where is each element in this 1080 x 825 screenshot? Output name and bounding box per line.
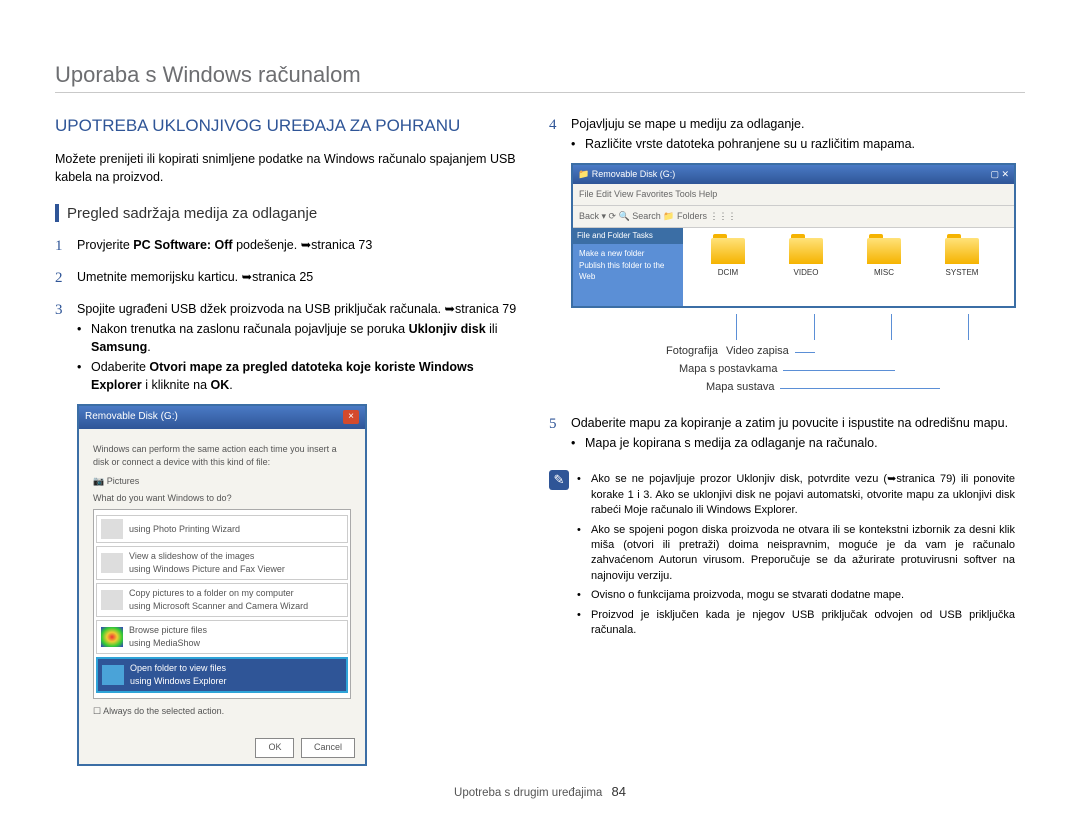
subheading: Pregled sadržaja medija za odlaganje bbox=[55, 203, 521, 225]
folder-open-icon bbox=[102, 665, 124, 685]
note-box: ✎ •Ako se ne pojavljuje prozor Uklonjiv … bbox=[549, 470, 1015, 642]
step-1: 1 Provjerite PC Software: Off podešenje.… bbox=[55, 236, 521, 258]
dialog-text: Windows can perform the same action each… bbox=[93, 443, 351, 469]
divider bbox=[55, 92, 1025, 93]
step-bullet: • Nakon trenutka na zaslonu računala poj… bbox=[77, 320, 521, 356]
step-text: Odaberite mapu za kopiranje a zatim ju p… bbox=[571, 414, 1015, 432]
page-number: 84 bbox=[612, 784, 626, 799]
bullet-text: Nakon trenutka na zaslonu računala pojav… bbox=[91, 322, 409, 336]
explorer-window: 📁 Removable Disk (G:) ▢ ✕ File Edit View… bbox=[571, 163, 1016, 308]
folder-dcim[interactable]: DCIM bbox=[703, 238, 753, 306]
bullet-text: Različite vrste datoteka pohranjene su u… bbox=[585, 135, 915, 153]
folder-icon bbox=[867, 238, 901, 264]
step-bullet: •Različite vrste datoteka pohranjene su … bbox=[571, 135, 1015, 153]
dialog-title: Removable Disk (G:) bbox=[85, 410, 178, 425]
always-checkbox-label[interactable]: Always do the selected action. bbox=[103, 706, 224, 716]
explorer-content: DCIM VIDEO MISC SYSTEM bbox=[683, 228, 1014, 306]
step-text: Umetnite memorijsku karticu. ➥stranica 2… bbox=[77, 268, 521, 290]
folder-icon bbox=[711, 238, 745, 264]
step-text: Pojavljuju se mape u mediju za odlaganje… bbox=[571, 115, 1015, 133]
dialog-option-selected[interactable]: Open folder to view filesusing Windows E… bbox=[96, 657, 348, 693]
intro-text: Možete prenijeti ili kopirati snimljene … bbox=[55, 150, 521, 186]
accent-bar bbox=[55, 204, 59, 222]
bullet-bold: OK bbox=[211, 378, 230, 392]
sidebar-header: File and Folder Tasks bbox=[573, 228, 683, 244]
step-number: 1 bbox=[55, 236, 77, 258]
explorer-toolbar[interactable]: Back ▾ ⟳ 🔍 Search 📁 Folders ⋮⋮⋮ bbox=[573, 206, 1014, 228]
step-bullet: •Mapa je kopirana s medija za odlaganje … bbox=[571, 434, 1015, 452]
step-text: podešenje. ➥stranica 73 bbox=[233, 238, 373, 252]
dialog-option[interactable]: using Photo Printing Wizard bbox=[96, 515, 348, 543]
copy-icon bbox=[101, 590, 123, 610]
step-3: 3 Spojite ugrađeni USB džek proizvoda na… bbox=[55, 300, 521, 395]
step-5: 5 Odaberite mapu za kopiranje a zatim ju… bbox=[549, 414, 1015, 452]
bullet-text: ili bbox=[486, 322, 498, 336]
sidebar-link[interactable]: Publish this folder to the Web bbox=[579, 260, 677, 283]
dialog-option[interactable]: View a slideshow of the imagesusing Wind… bbox=[96, 546, 348, 580]
callout-photo: Fotografija bbox=[666, 344, 718, 360]
folder-callouts: Fotografija Video zapisa Mapa s postavka… bbox=[571, 314, 1015, 396]
left-column: UPOTREBA UKLONJIVOG UREĐAJA ZA POHRANU M… bbox=[55, 115, 521, 766]
step-number: 3 bbox=[55, 300, 77, 395]
note-icon: ✎ bbox=[549, 470, 569, 490]
folder-icon bbox=[789, 238, 823, 264]
close-icon[interactable]: × bbox=[343, 410, 359, 424]
right-column: 4 Pojavljuju se mape u mediju za odlagan… bbox=[549, 115, 1015, 766]
bullet-text: Mapa je kopirana s medija za odlaganje n… bbox=[585, 434, 878, 452]
cancel-button[interactable]: Cancel bbox=[301, 738, 355, 757]
dialog-pictures: Pictures bbox=[107, 476, 140, 486]
step-text: Spojite ugrađeni USB džek proizvoda na U… bbox=[77, 300, 521, 318]
mediashow-icon bbox=[101, 627, 123, 647]
step-text: Provjerite bbox=[77, 238, 133, 252]
explorer-title: Removable Disk (G:) bbox=[592, 169, 676, 179]
note-item: Ako se spojeni pogon diska proizvoda ne … bbox=[591, 523, 1015, 585]
bullet-text: Odaberite bbox=[91, 360, 149, 374]
sidebar-link[interactable]: Make a new folder bbox=[579, 248, 677, 260]
step-4: 4 Pojavljuju se mape u mediju za odlagan… bbox=[549, 115, 1015, 153]
step-bold: PC Software: Off bbox=[133, 238, 232, 252]
bullet-bold: Samsung bbox=[91, 340, 147, 354]
footer-section: Upotreba s drugim uređajima bbox=[454, 787, 602, 799]
callout-system: Mapa sustava bbox=[706, 380, 774, 396]
folder-video[interactable]: VIDEO bbox=[781, 238, 831, 306]
slideshow-icon bbox=[101, 553, 123, 573]
explorer-sidebar: File and Folder Tasks Make a new folder … bbox=[573, 228, 683, 306]
folder-system[interactable]: SYSTEM bbox=[937, 238, 987, 306]
bullet-text: . bbox=[147, 340, 150, 354]
section-heading: UPOTREBA UKLONJIVOG UREĐAJA ZA POHRANU bbox=[55, 115, 521, 136]
page-footer: Upotreba s drugim uređajima 84 bbox=[0, 784, 1080, 799]
bullet-text: i kliknite na bbox=[142, 378, 211, 392]
dialog-option[interactable]: Copy pictures to a folder on my computer… bbox=[96, 583, 348, 617]
dialog-option[interactable]: Browse picture filesusing MediaShow bbox=[96, 620, 348, 654]
folder-misc[interactable]: MISC bbox=[859, 238, 909, 306]
note-item: Ako se ne pojavljuje prozor Uklonjiv dis… bbox=[591, 472, 1015, 518]
ok-button[interactable]: OK bbox=[255, 738, 294, 757]
page-title: Uporaba s Windows računalom bbox=[55, 62, 1025, 88]
bullet-bold: Uklonjiv disk bbox=[409, 322, 486, 336]
subheading-text: Pregled sadržaja medija za odlaganje bbox=[67, 203, 317, 225]
callout-video: Video zapisa bbox=[726, 344, 789, 360]
bullet-text: . bbox=[229, 378, 232, 392]
step-number: 2 bbox=[55, 268, 77, 290]
folder-icon bbox=[945, 238, 979, 264]
window-controls[interactable]: ▢ ✕ bbox=[990, 168, 1009, 181]
note-item: Ovisno o funkcijama proizvoda, mogu se s… bbox=[591, 588, 904, 603]
step-number: 4 bbox=[549, 115, 571, 153]
note-item: Proizvod je isključen kada je njegov USB… bbox=[591, 608, 1015, 639]
step-2: 2 Umetnite memorijsku karticu. ➥stranica… bbox=[55, 268, 521, 290]
callout-settings: Mapa s postavkama bbox=[679, 362, 777, 378]
step-number: 5 bbox=[549, 414, 571, 452]
wizard-icon bbox=[101, 519, 123, 539]
dialog-prompt: What do you want Windows to do? bbox=[93, 492, 351, 505]
explorer-menu[interactable]: File Edit View Favorites Tools Help bbox=[573, 184, 1014, 206]
step-bullet: • Odaberite Otvori mape za pregled datot… bbox=[77, 358, 521, 394]
removable-disk-dialog: Removable Disk (G:) × Windows can perfor… bbox=[77, 404, 367, 765]
content-columns: UPOTREBA UKLONJIVOG UREĐAJA ZA POHRANU M… bbox=[55, 115, 1025, 766]
